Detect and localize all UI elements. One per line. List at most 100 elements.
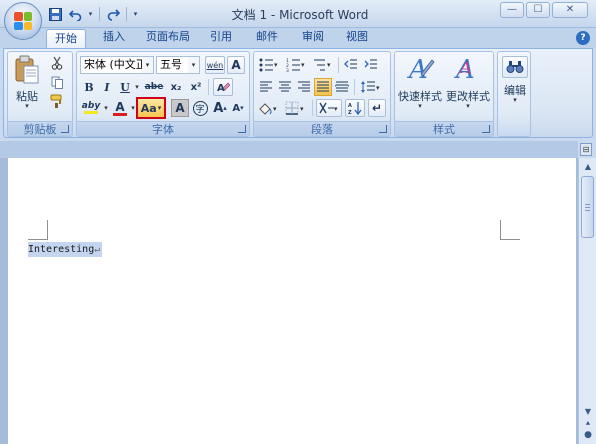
tab-mailings[interactable]: 邮件	[250, 28, 284, 48]
clear-formatting-button[interactable]: A	[227, 56, 245, 74]
shrink-font-button[interactable]: A ▾	[229, 99, 247, 117]
qat-separator	[126, 7, 127, 21]
customize-qat-icon[interactable]: ▾	[131, 5, 140, 23]
clear-formatting-icon: A	[231, 58, 241, 72]
vertical-scrollbar[interactable]: ▲ ▼ ⯅ ●	[578, 158, 596, 444]
tab-home[interactable]: 开始	[46, 29, 86, 49]
enclose-characters-button[interactable]: 字	[191, 99, 209, 117]
svg-text:▾: ▾	[327, 61, 331, 69]
chevron-down-icon[interactable]: ▾	[188, 57, 199, 73]
editing-group: 编辑 ▾	[497, 51, 531, 137]
tab-references[interactable]: 引用	[204, 28, 238, 48]
styles-group-label: 样式	[395, 121, 493, 136]
line-spacing-icon[interactable]: ▾	[358, 78, 384, 96]
help-icon[interactable]: ?	[576, 31, 590, 45]
font-name-combo[interactable]: 宋体 (中文正文 ▾	[80, 56, 154, 74]
change-styles-dropdown-icon[interactable]: ▾	[443, 102, 493, 110]
tab-insert[interactable]: 插入	[96, 28, 132, 48]
format-painter-icon[interactable]	[48, 92, 66, 110]
tab-review[interactable]: 审阅	[296, 28, 330, 48]
font-launcher-icon[interactable]	[238, 125, 246, 133]
character-shading-button[interactable]: A	[171, 99, 189, 117]
clear-all-formatting-button[interactable]: A	[213, 78, 233, 96]
editing-dropdown-icon[interactable]: ▾	[498, 96, 532, 104]
strikethrough-button[interactable]: abe	[143, 78, 165, 96]
font-color-label: A	[115, 99, 125, 114]
document-text[interactable]: Interesting↵	[28, 242, 103, 257]
tab-view[interactable]: 视图	[340, 28, 374, 48]
selected-text[interactable]: Interesting	[28, 244, 94, 255]
paste-dropdown-icon[interactable]: ▾	[11, 102, 43, 110]
highlight-button[interactable]: aby	[80, 99, 102, 117]
align-left-icon[interactable]	[257, 78, 275, 96]
align-center-icon[interactable]	[276, 78, 294, 96]
bold-button[interactable]: B	[80, 78, 98, 96]
scroll-up-icon[interactable]: ▲	[580, 159, 596, 175]
svg-text:▾: ▾	[274, 61, 278, 69]
highlight-label: aby	[81, 101, 101, 111]
asian-layout-icon[interactable]: ▾	[316, 99, 342, 117]
phonetic-guide-button[interactable]: wén	[205, 56, 225, 74]
italic-button[interactable]: I	[98, 78, 116, 96]
font-group: 宋体 (中文正文 ▾ 五号 ▾ wén A B I U ▾ abe x₂ x² …	[76, 51, 250, 137]
copy-icon[interactable]	[48, 73, 66, 91]
sort-icon[interactable]: AZ	[345, 99, 365, 117]
minimize-button[interactable]: —	[500, 2, 524, 18]
office-button[interactable]	[4, 2, 42, 40]
change-styles-icon[interactable]: AA	[451, 54, 483, 84]
svg-text:▾: ▾	[273, 105, 277, 113]
phonetic-guide-label: wén	[206, 60, 224, 70]
maximize-button[interactable]: ☐	[526, 2, 550, 18]
multilevel-list-button[interactable]: ▾	[311, 56, 335, 74]
borders-icon[interactable]: ▾	[284, 99, 308, 117]
font-size-combo[interactable]: 五号 ▾	[156, 56, 200, 74]
justify-icon[interactable]	[314, 78, 332, 96]
superscript-button[interactable]: x²	[187, 78, 205, 96]
crop-mark-top-left	[28, 220, 48, 240]
select-browse-object-icon[interactable]: ●	[580, 427, 596, 443]
svg-text:▾: ▾	[301, 61, 305, 69]
bullets-button[interactable]: ▾	[257, 56, 281, 74]
find-binoculars-icon[interactable]	[502, 56, 528, 78]
undo-icon[interactable]	[66, 5, 84, 23]
paragraph-mark: ↵	[94, 244, 101, 255]
tab-page-layout[interactable]: 页面布局	[140, 28, 196, 48]
save-icon[interactable]	[46, 5, 64, 23]
document-page[interactable]: Interesting↵	[8, 158, 576, 444]
grow-font-button[interactable]: A ▴	[211, 99, 229, 117]
quick-styles-dropdown-icon[interactable]: ▾	[395, 102, 445, 110]
chevron-down-icon[interactable]: ▾	[142, 57, 153, 73]
styles-launcher-icon[interactable]	[482, 125, 490, 133]
paste-icon[interactable]	[12, 54, 42, 86]
increase-indent-icon[interactable]	[362, 56, 380, 74]
underline-button[interactable]: U	[116, 78, 134, 96]
numbering-button[interactable]: 1 2 3 ▾	[284, 56, 308, 74]
paragraph-launcher-icon[interactable]	[379, 125, 387, 133]
scrollbar-thumb[interactable]	[581, 176, 594, 238]
window-title: 文档 1 - Microsoft Word	[231, 8, 369, 22]
change-case-label: Aa	[140, 101, 157, 115]
ribbon-tabs: 开始 插入 页面布局 引用 邮件 审阅 视图 ?	[0, 28, 596, 49]
svg-text:▾: ▾	[334, 105, 338, 113]
svg-text:Z: Z	[348, 110, 352, 115]
view-ruler-icon[interactable]: ⊟	[580, 143, 592, 156]
shading-icon[interactable]: ▾	[257, 99, 281, 117]
underline-dropdown-icon[interactable]: ▾	[133, 78, 141, 96]
subscript-button[interactable]: x₂	[167, 78, 185, 96]
clipboard-launcher-icon[interactable]	[61, 125, 69, 133]
redo-icon[interactable]	[104, 5, 122, 23]
align-right-icon[interactable]	[295, 78, 313, 96]
cut-icon[interactable]	[48, 54, 66, 72]
decrease-indent-icon[interactable]	[342, 56, 360, 74]
ribbon: 粘贴 ▾ 剪贴板 宋体 (中文正文 ▾ 五号 ▾ wén A B I U ▾ a…	[3, 48, 593, 138]
grip-line	[585, 204, 590, 205]
distributed-icon[interactable]	[333, 78, 351, 96]
crop-mark-top-right	[500, 220, 520, 240]
close-button[interactable]: ✕	[552, 2, 588, 18]
change-case-button[interactable]: Aa ▾	[136, 97, 166, 119]
quick-styles-icon[interactable]: A	[405, 54, 437, 84]
highlight-dropdown-icon[interactable]: ▾	[102, 99, 110, 117]
show-hide-marks-icon[interactable]: ↵	[368, 99, 386, 117]
font-color-button[interactable]: A	[111, 99, 129, 117]
undo-dropdown-icon[interactable]: ▾	[86, 5, 95, 23]
